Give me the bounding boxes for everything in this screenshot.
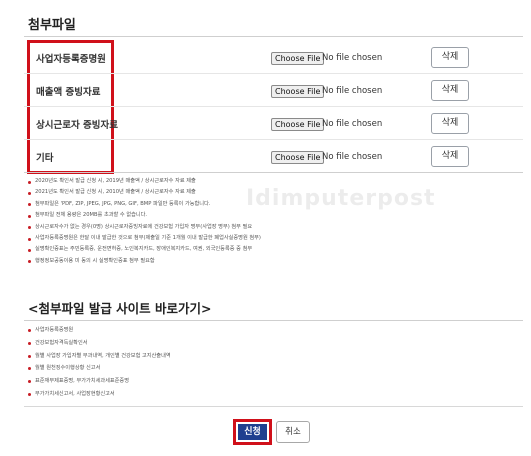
row-divider <box>24 139 523 140</box>
shortcut-link[interactable]: 건강보험자격득실확인서 <box>28 337 171 350</box>
file-status-1: No file chosen <box>322 53 383 63</box>
delete-button-3[interactable]: 삭제 <box>431 113 469 134</box>
file-status-4: No file chosen <box>322 152 383 162</box>
attachments-title: 첨부파일 <box>28 18 76 33</box>
shortcuts-divider <box>24 320 523 321</box>
attachment-notes-list: 2020년도 확인서 발급 신청 시, 2019년 매출액 / 상시근로자수 자… <box>28 176 261 267</box>
note-item: 첨부파일은 'PDF, ZIP, JPEG, JPG, PNG, GIF, BM… <box>28 199 261 210</box>
file-status-2: No file chosen <box>322 86 383 96</box>
footer-divider <box>24 406 523 407</box>
shortcut-link[interactable]: 사업자등록증명원 <box>28 324 171 337</box>
apply-button[interactable]: 신청 <box>238 424 267 440</box>
choose-file-button-2[interactable]: Choose File <box>271 85 325 98</box>
note-item: 사업자등록증명원은 한달 이내 발급한 것으로 첨부(제출일 기준 1개월 이내… <box>28 233 261 244</box>
row-label-sales-proof: 매출액 증빙자료 <box>36 87 101 98</box>
shortcut-link[interactable]: 월별 사업장 가입자별 부과내역, 개인별 건강보험 고지산출내역 <box>28 350 171 363</box>
shortcut-link[interactable]: 월별 원천징수이행상황 신고서 <box>28 362 171 375</box>
row-label-other: 기타 <box>36 153 54 164</box>
choose-file-button-4[interactable]: Choose File <box>271 151 325 164</box>
attachments-top-divider <box>24 36 523 37</box>
cancel-button[interactable]: 취소 <box>276 421 310 443</box>
delete-button-4[interactable]: 삭제 <box>431 146 469 167</box>
watermark: Idimputerpost <box>246 186 436 211</box>
note-item: 행정정보공동이용 미 동의 시 실명확인증표 첨부 필요함 <box>28 256 261 267</box>
shortcut-link[interactable]: 표준재무제표증명, 부가가치세과세표준증명 <box>28 375 171 388</box>
note-item: 2021년도 확인서 발급 신청 시, 2010년 매출액 / 상시근로자수 자… <box>28 187 261 198</box>
delete-button-1[interactable]: 삭제 <box>431 47 469 68</box>
choose-file-button-3[interactable]: Choose File <box>271 118 325 131</box>
shortcuts-title: <첨부파일 발급 사이트 바로가기> <box>28 301 212 316</box>
note-item: 2020년도 확인서 발급 신청 시, 2019년 매출액 / 상시근로자수 자… <box>28 176 261 187</box>
shortcut-link[interactable]: 부가가치세신고서, 사업장현황신고서 <box>28 388 171 401</box>
choose-file-button-1[interactable]: Choose File <box>271 52 325 65</box>
row-label-business-registration: 사업자등록증명원 <box>36 54 106 65</box>
note-item: 첨부파일 전체 용량은 20MB를 초과할 수 없습니다. <box>28 210 261 221</box>
delete-button-2[interactable]: 삭제 <box>431 80 469 101</box>
row-label-employee-proof: 상시근로자 증빙자료 <box>36 120 118 131</box>
file-status-3: No file chosen <box>322 119 383 129</box>
note-item: 실명확인증표는 주민등록증, 운전면허증, 노인복지카드, 장애인복지카드, 여… <box>28 244 261 255</box>
attachments-bottom-divider <box>24 172 523 173</box>
row-divider <box>24 73 523 74</box>
row-divider <box>24 106 523 107</box>
shortcut-links-list: 사업자등록증명원 건강보험자격득실확인서 월별 사업장 가입자별 부과내역, 개… <box>28 324 171 401</box>
note-item: 상시근로자수가 없는 경우(0명) 상시근로자증빙자료에 건강보험 가입자 명부… <box>28 222 261 233</box>
apply-highlight-box: 신청 <box>233 419 272 445</box>
